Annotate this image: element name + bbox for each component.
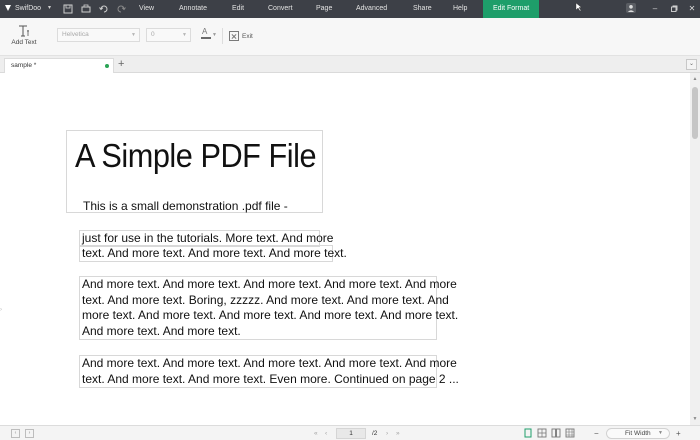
menu-edit-format[interactable]: Edit Format — [483, 0, 540, 18]
vertical-scrollbar[interactable]: ▲ ▼ — [690, 73, 700, 425]
grid-view-icon[interactable] — [565, 428, 575, 438]
modified-indicator — [105, 64, 109, 68]
text-box-2[interactable]: And more text. And more text. And more t… — [79, 276, 459, 340]
font-color-swatch — [201, 37, 211, 39]
continuous-view-icon[interactable] — [537, 428, 547, 438]
font-size-value: 0 — [151, 31, 155, 38]
text-line: And more text. And more text. And more t… — [82, 277, 457, 291]
document-tab-label: sample * — [11, 62, 37, 69]
menu-help[interactable]: Help — [453, 0, 467, 18]
total-pages: /2 — [372, 430, 378, 437]
text-box-3[interactable]: And more text. And more text. And more t… — [79, 355, 459, 388]
text-cursor-icon — [17, 24, 31, 38]
document-tab[interactable]: sample * — [4, 58, 114, 73]
font-size-select[interactable]: 0 ▼ — [146, 28, 191, 42]
print-icon[interactable] — [80, 3, 92, 15]
side-panel-handle-icon[interactable]: › — [0, 305, 6, 315]
restore-icon[interactable] — [668, 3, 680, 15]
scroll-up-icon[interactable]: ▲ — [691, 75, 699, 83]
menu-advanced[interactable]: Advanced — [356, 0, 387, 18]
add-text-button[interactable]: Add Text — [8, 22, 40, 52]
previous-page-icon[interactable]: ‹ — [325, 428, 327, 439]
expand-right-icon[interactable]: › — [25, 429, 34, 438]
text-box-1b[interactable]: text. And more text. And more text. And … — [79, 245, 347, 262]
font-family-value: Helvetica — [62, 31, 89, 38]
page-title: A Simple PDF File — [75, 137, 317, 174]
chevron-down-icon: ▼ — [212, 32, 217, 38]
exit-label: Exit — [242, 32, 253, 40]
app-brand[interactable]: SwifDoo — [4, 4, 41, 12]
zoom-value: Fit Width — [625, 430, 651, 437]
menu-page[interactable]: Page — [316, 0, 332, 18]
menu-annotate[interactable]: Annotate — [179, 0, 207, 18]
text-line: And more text. And more text. And more t… — [82, 356, 457, 370]
app-menu-dropdown-icon[interactable]: ▾ — [48, 4, 51, 11]
chevron-down-icon: ▼ — [658, 430, 663, 436]
cursor-icon — [573, 2, 585, 15]
collapse-toolbar-icon[interactable]: ⌄ — [686, 59, 697, 70]
menu-convert[interactable]: Convert — [268, 0, 293, 18]
text-line: And more text. And more text. — [82, 323, 241, 338]
exit-button[interactable]: Exit — [229, 30, 253, 42]
last-page-icon[interactable]: » — [396, 428, 400, 439]
font-family-select[interactable]: Helvetica ▼ — [57, 28, 140, 42]
minimize-icon[interactable]: – — [649, 3, 661, 15]
menu-view[interactable]: View — [139, 0, 154, 18]
account-icon[interactable] — [625, 3, 637, 15]
app-name: SwifDoo — [15, 4, 42, 12]
font-color-glyph: A — [202, 27, 208, 36]
current-page-input[interactable]: 1 — [336, 428, 366, 439]
first-page-icon[interactable]: « — [314, 428, 318, 439]
next-page-icon[interactable]: › — [386, 428, 388, 439]
chevron-down-icon: ▼ — [182, 32, 187, 38]
scrollbar-thumb[interactable] — [692, 87, 698, 139]
scroll-down-icon[interactable]: ▼ — [691, 415, 699, 423]
app-window: SwifDoo ▾ View Annotate Edit Convert Pag… — [0, 0, 700, 440]
zoom-select[interactable]: Fit Width ▼ — [606, 428, 670, 439]
menu-edit[interactable]: Edit — [232, 0, 244, 18]
text-box-title[interactable]: A Simple PDF File This is a small demons… — [66, 130, 323, 213]
title-bar: SwifDoo ▾ View Annotate Edit Convert Pag… — [0, 0, 700, 18]
save-icon[interactable] — [62, 3, 74, 15]
zoom-out-button[interactable]: − — [594, 428, 599, 439]
page-subtitle: This is a small demonstration .pdf file … — [83, 199, 288, 213]
document-tab-strip: sample * + ⌄ — [0, 56, 700, 73]
font-color-button[interactable]: A ▼ — [200, 27, 217, 43]
undo-icon[interactable] — [98, 3, 110, 15]
collapse-left-icon[interactable]: ‹ — [11, 429, 20, 438]
swifdoo-logo-icon — [4, 4, 12, 12]
close-icon[interactable]: ✕ — [686, 3, 698, 15]
add-text-label: Add Text — [11, 39, 37, 46]
single-page-view-icon[interactable] — [523, 428, 533, 438]
text-line: text. And more text. And more text. Even… — [82, 371, 459, 386]
toolbar-divider — [222, 28, 223, 44]
zoom-in-button[interactable]: + — [676, 428, 681, 439]
redo-icon[interactable] — [115, 3, 127, 15]
status-bar: ‹ › « ‹ 1 /2 › » − Fit Width ▼ + — [0, 425, 700, 440]
two-page-view-icon[interactable] — [551, 428, 561, 438]
menu-share[interactable]: Share — [413, 0, 432, 18]
edit-format-toolbar: Add Text Helvetica ▼ 0 ▼ A ▼ Exit — [0, 18, 700, 56]
chevron-down-icon: ▼ — [131, 32, 136, 38]
text-line: text. And more text. And more text. And … — [82, 246, 347, 260]
close-box-icon — [229, 31, 239, 41]
add-tab-button[interactable]: + — [118, 57, 124, 71]
text-line: text. And more text. Boring, zzzzz. And … — [82, 292, 449, 307]
text-line: more text. And more text. And more text.… — [82, 308, 459, 322]
